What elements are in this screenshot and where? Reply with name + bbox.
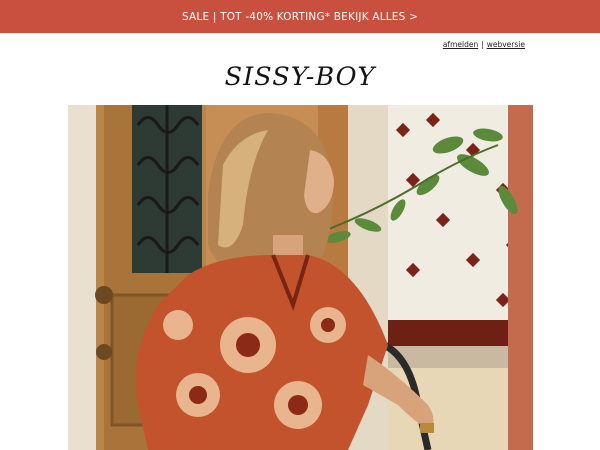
hero-photo [68,105,533,450]
unsubscribe-link[interactable]: afmelden [443,40,478,49]
sale-banner[interactable]: SALE | TOT -40% KORTING* BEKIJK ALLES > [0,0,600,33]
utility-links: afmelden | webversie [443,40,525,49]
link-separator: | [481,40,484,49]
hero-image[interactable] [68,105,533,450]
brand-logo[interactable]: SISSY-BOY [0,62,600,91]
web-version-link[interactable]: webversie [487,40,525,49]
sale-banner-text[interactable]: SALE | TOT -40% KORTING* BEKIJK ALLES > [182,11,418,23]
